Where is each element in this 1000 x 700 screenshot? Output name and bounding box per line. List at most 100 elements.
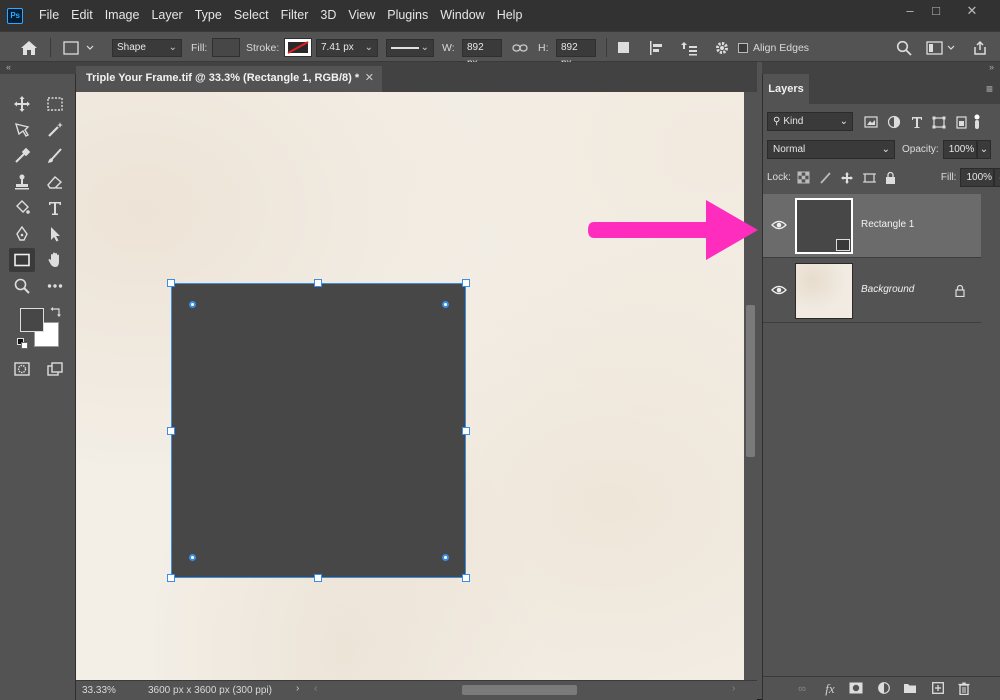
- stroke-width-field[interactable]: 7.41 px ⌄: [316, 38, 378, 57]
- menu-window[interactable]: Window: [434, 0, 490, 31]
- canvas-area[interactable]: [76, 92, 757, 680]
- scrollbar-thumb[interactable]: [746, 305, 755, 457]
- eraser-tool-icon[interactable]: [42, 170, 68, 194]
- adjustment-layer-icon[interactable]: [877, 682, 891, 696]
- link-dimensions-icon[interactable]: [512, 38, 528, 57]
- panel-collapse-icon[interactable]: »: [989, 62, 994, 72]
- screen-mode-icon[interactable]: [42, 357, 68, 381]
- search-icon[interactable]: [896, 38, 912, 57]
- trash-icon[interactable]: [957, 682, 971, 696]
- document-tab[interactable]: Triple Your Frame.tif @ 33.3% (Rectangle…: [76, 66, 382, 92]
- new-layer-icon[interactable]: [931, 682, 945, 696]
- chevron-down-icon[interactable]: ⌄: [976, 140, 991, 159]
- layer-name[interactable]: Rectangle 1: [861, 219, 914, 230]
- magic-wand-tool-icon[interactable]: [42, 118, 68, 142]
- path-arrangement-icon[interactable]: [680, 38, 698, 57]
- filter-kind-select[interactable]: ⚲ Kind ⌄: [767, 112, 853, 131]
- fx-icon[interactable]: fx: [823, 682, 837, 696]
- move-tool-icon[interactable]: [9, 92, 35, 116]
- menu-image[interactable]: Image: [99, 0, 146, 31]
- menu-type[interactable]: Type: [189, 0, 228, 31]
- width-field[interactable]: 892 px: [462, 38, 502, 69]
- vertical-scrollbar[interactable]: [744, 92, 757, 680]
- scroll-left-arrow-icon[interactable]: ‹: [314, 683, 317, 694]
- transform-handle[interactable]: [462, 279, 470, 287]
- close-tab-icon[interactable]: ✕: [365, 66, 374, 90]
- fill-field[interactable]: 100%: [960, 168, 995, 187]
- stroke-type-select[interactable]: ⌄: [386, 38, 434, 57]
- close-window-icon[interactable]: ✕: [954, 0, 990, 24]
- panel-collapse-strip[interactable]: »: [762, 62, 1000, 74]
- eye-icon[interactable]: [771, 283, 787, 297]
- transform-handle[interactable]: [167, 574, 175, 582]
- horizontal-scrollbar-thumb[interactable]: [462, 685, 577, 695]
- restore-icon[interactable]: □: [918, 0, 954, 24]
- pen-tool-icon[interactable]: [9, 222, 35, 246]
- zoom-level[interactable]: 33.33%: [82, 685, 116, 696]
- menu-file[interactable]: File: [33, 0, 65, 31]
- eyedropper-tool-icon[interactable]: [9, 144, 35, 168]
- corner-radius-handle[interactable]: [189, 301, 196, 308]
- paint-bucket-tool-icon[interactable]: [9, 196, 35, 220]
- menu-select[interactable]: Select: [228, 0, 275, 31]
- toolbar-collapse-icon[interactable]: «: [0, 62, 76, 74]
- status-menu-arrow-icon[interactable]: ›: [296, 683, 299, 694]
- home-icon[interactable]: [20, 38, 38, 57]
- fill-swatch[interactable]: [212, 38, 240, 57]
- lock-icons[interactable]: [797, 171, 937, 185]
- height-field[interactable]: 892 px: [556, 38, 596, 69]
- foreground-color-swatch[interactable]: [20, 308, 44, 332]
- panel-menu-icon[interactable]: ≡: [986, 82, 993, 96]
- path-operations-icon[interactable]: [618, 38, 629, 57]
- blend-mode-select[interactable]: Normal ⌄: [767, 140, 895, 159]
- brush-tool-icon[interactable]: [42, 144, 68, 168]
- layer-thumbnail[interactable]: [795, 198, 853, 254]
- rectangle-shape[interactable]: [171, 283, 466, 578]
- workspace-icon[interactable]: [926, 38, 956, 57]
- menu-edit[interactable]: Edit: [65, 0, 99, 31]
- menu-help[interactable]: Help: [491, 0, 529, 31]
- path-selection-tool-icon[interactable]: [42, 222, 68, 246]
- quick-mask-icon[interactable]: [9, 357, 35, 381]
- menu-plugins[interactable]: Plugins: [381, 0, 434, 31]
- menu-filter[interactable]: Filter: [275, 0, 315, 31]
- type-tool-icon[interactable]: [42, 196, 68, 220]
- lasso-tool-icon[interactable]: [9, 118, 35, 142]
- scroll-right-arrow-icon[interactable]: ›: [732, 683, 735, 694]
- transform-handle[interactable]: [167, 427, 175, 435]
- link-layers-icon[interactable]: ∞: [795, 682, 809, 696]
- eye-icon[interactable]: [771, 218, 787, 232]
- corner-radius-handle[interactable]: [442, 301, 449, 308]
- marquee-tool-icon[interactable]: [42, 92, 68, 116]
- transform-handle[interactable]: [314, 279, 322, 287]
- corner-radius-handle[interactable]: [442, 554, 449, 561]
- transform-handle[interactable]: [167, 279, 175, 287]
- stroke-swatch[interactable]: [284, 38, 312, 57]
- default-colors-icon[interactable]: [17, 338, 29, 350]
- share-icon[interactable]: [972, 38, 988, 57]
- swap-colors-icon[interactable]: [50, 306, 62, 318]
- tool-mode-select[interactable]: Shape ⌄: [112, 38, 182, 57]
- path-alignment-icon[interactable]: [648, 38, 664, 57]
- corner-radius-handle[interactable]: [189, 554, 196, 561]
- layer-row-rectangle-1[interactable]: Rectangle 1: [763, 194, 981, 258]
- hand-tool-icon[interactable]: [42, 248, 68, 272]
- chevron-down-icon[interactable]: ⌄: [994, 168, 1000, 187]
- menu-view[interactable]: View: [342, 0, 381, 31]
- gear-icon[interactable]: [714, 38, 730, 57]
- more-tools-icon[interactable]: [42, 274, 68, 298]
- layer-name[interactable]: Background: [861, 284, 914, 295]
- transform-handle[interactable]: [462, 574, 470, 582]
- photoshop-logo-icon[interactable]: Ps: [7, 7, 23, 24]
- filter-type-icons[interactable]: [863, 114, 983, 130]
- menu-layer[interactable]: Layer: [145, 0, 188, 31]
- zoom-tool-icon[interactable]: [9, 274, 35, 298]
- folder-icon[interactable]: [903, 682, 917, 696]
- layer-thumbnail[interactable]: [795, 263, 853, 319]
- add-mask-icon[interactable]: [849, 682, 863, 696]
- align-edges-checkbox[interactable]: Align Edges: [738, 38, 809, 57]
- layer-row-background[interactable]: Background: [763, 259, 981, 323]
- transform-handle[interactable]: [462, 427, 470, 435]
- stamp-tool-icon[interactable]: [9, 170, 35, 194]
- tool-preset-picker[interactable]: [62, 38, 96, 57]
